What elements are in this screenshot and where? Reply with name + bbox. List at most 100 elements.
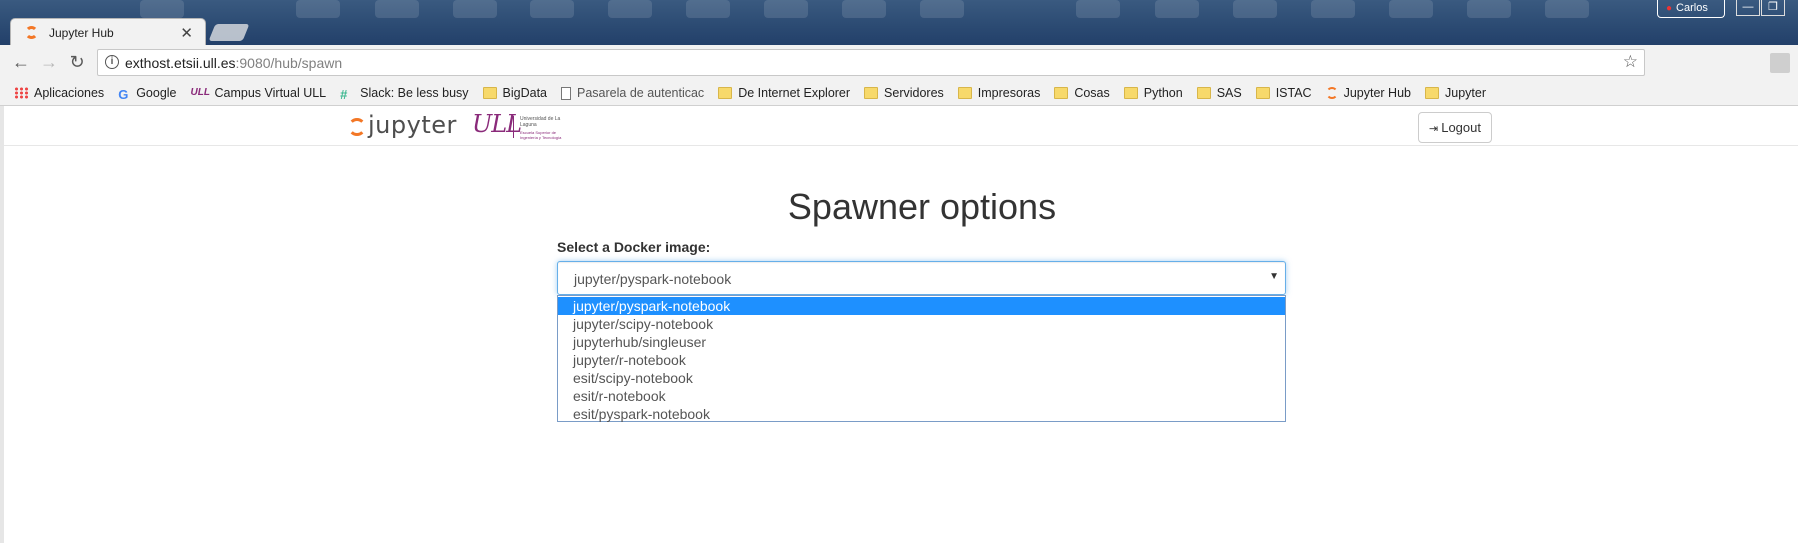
page-content: jupyter ULL Universidad de La Laguna Esc… <box>0 106 1798 543</box>
ull-logo-divider <box>513 116 514 138</box>
bookmark-campus-virtual-ull[interactable]: ULL Campus Virtual ULL <box>191 86 327 100</box>
window-user-name: Carlos <box>1676 2 1708 14</box>
bookmark-slack[interactable]: # Slack: Be less busy <box>340 86 469 102</box>
logout-button[interactable]: ⇥ Logout <box>1418 112 1492 143</box>
bookmarks-bar: Aplicaciones G Google ULL Campus Virtual U… <box>0 81 1798 106</box>
url-host: exthost.etsii.ull.es <box>125 55 236 71</box>
back-arrow-icon[interactable]: ← <box>9 51 33 75</box>
bookmark-label: Servidores <box>884 86 944 100</box>
reload-icon[interactable]: ↻ <box>65 51 89 75</box>
bookmark-label: Jupyter Hub <box>1343 86 1411 100</box>
url-path: :9080/hub/spawn <box>235 55 343 71</box>
bookmark-label: Cosas <box>1074 86 1110 100</box>
bookmark-bigdata[interactable]: BigData <box>482 86 548 100</box>
bookmark-impresoras[interactable]: Impresoras <box>957 86 1040 100</box>
desktop-icon <box>1389 0 1433 18</box>
forward-arrow-icon[interactable]: → <box>37 51 61 75</box>
folder-icon <box>957 87 972 99</box>
page-icon <box>561 86 572 100</box>
folder-icon <box>1196 87 1211 99</box>
desktop-icon <box>1467 0 1511 18</box>
bookmark-sas[interactable]: SAS <box>1196 86 1242 100</box>
bookmark-jupyter-hub[interactable]: Jupyter Hub <box>1325 86 1411 100</box>
desktop-icon <box>453 0 497 18</box>
desktop-icon <box>375 0 419 18</box>
browser-tab-jupyter-hub[interactable]: Jupyter Hub ✕ <box>10 18 206 45</box>
bookmark-label: Slack: Be less busy <box>360 86 469 100</box>
browser-tab-strip: Jupyter Hub ✕ ● Carlos — ❐ <box>0 0 1798 45</box>
folder-icon <box>1425 87 1439 99</box>
minimize-window-button[interactable]: — <box>1736 0 1760 16</box>
bookmark-aplicaciones[interactable]: Aplicaciones <box>14 86 104 100</box>
ull-logo-subtext: Escuela Superior de Ingeniería y Tecnolo… <box>520 130 562 140</box>
slack-icon: # <box>340 87 348 102</box>
logout-label: Logout <box>1441 120 1481 135</box>
desktop-icon <box>608 0 652 18</box>
bookmark-google[interactable]: G Google <box>118 86 177 102</box>
new-tab-button[interactable] <box>208 24 250 41</box>
jupyter-icon <box>1325 87 1338 99</box>
ull-logo-text: Universidad de La Laguna <box>520 116 561 128</box>
folder-icon <box>1054 87 1069 99</box>
image-option[interactable]: jupyter/scipy-notebook <box>558 315 1285 333</box>
profile-icon[interactable] <box>1770 53 1790 73</box>
address-bar[interactable]: i exthost.etsii.ull.es:9080/hub/spawn ☆ <box>97 49 1645 76</box>
url-text[interactable]: exthost.etsii.ull.es:9080/hub/spawn <box>125 55 342 71</box>
desktop-icon <box>140 0 184 18</box>
jupyter-logo-icon <box>348 118 366 136</box>
image-option[interactable]: esit/pyspark-notebook <box>558 405 1285 423</box>
apps-icon <box>14 87 28 99</box>
desktop-icon <box>1233 0 1277 18</box>
bookmark-label: Jupyter <box>1445 86 1486 100</box>
info-icon[interactable]: i <box>105 55 119 69</box>
bookmark-pasarela[interactable]: Pasarela de autenticac <box>561 86 704 100</box>
desktop-icon <box>764 0 808 18</box>
sign-out-icon: ⇥ <box>1429 123 1439 135</box>
page-title: Spawner options <box>787 186 1057 227</box>
desktop-icon <box>1311 0 1355 18</box>
docker-image-select[interactable]: jupyter/pyspark-notebook ▼ <box>557 261 1286 295</box>
hub-header: jupyter ULL Universidad de La Laguna Esc… <box>4 106 1798 146</box>
tab-close-icon[interactable]: ✕ <box>180 24 193 42</box>
bookmark-python[interactable]: Python <box>1123 86 1183 100</box>
dropdown-arrow-icon: ▼ <box>1269 271 1279 282</box>
jupyter-wordmark: jupyter <box>368 111 457 139</box>
desktop-icon <box>296 0 340 18</box>
bookmark-label: Pasarela de autenticac <box>577 86 705 100</box>
folder-icon <box>1255 87 1270 99</box>
desktop-icon <box>1155 0 1199 18</box>
bookmark-de-internet-explorer[interactable]: De Internet Explorer <box>718 86 850 100</box>
bookmark-star-icon[interactable]: ☆ <box>1623 52 1638 72</box>
desktop-icon <box>920 0 964 18</box>
bookmark-label: Google <box>136 86 177 100</box>
bookmark-label: De Internet Explorer <box>738 86 851 100</box>
bookmark-label: ISTAC <box>1275 86 1312 100</box>
bookmark-servidores[interactable]: Servidores <box>864 86 944 100</box>
ull-logo: ULL Universidad de La Laguna Escuela Sup… <box>472 110 567 140</box>
jupyter-favicon-icon <box>25 26 38 39</box>
bookmark-label: Python <box>1143 86 1183 100</box>
google-icon: G <box>118 87 129 102</box>
bookmark-istac[interactable]: ISTAC <box>1255 86 1312 100</box>
bookmark-jupyter[interactable]: Jupyter <box>1425 86 1486 100</box>
folder-icon <box>1123 87 1138 99</box>
selected-image-value: jupyter/pyspark-notebook <box>574 271 732 287</box>
image-option[interactable]: esit/r-notebook <box>558 387 1285 405</box>
tab-title: Jupyter Hub <box>49 26 114 40</box>
bookmark-label: BigData <box>502 86 548 100</box>
image-option[interactable]: esit/scipy-notebook <box>558 369 1285 387</box>
bookmark-cosas[interactable]: Cosas <box>1054 86 1110 100</box>
bookmark-label: Aplicaciones <box>34 86 105 100</box>
image-option[interactable]: jupyter/r-notebook <box>558 351 1285 369</box>
maximize-window-button[interactable]: ❐ <box>1761 0 1785 16</box>
desktop-icon <box>1076 0 1120 18</box>
folder-icon <box>482 87 497 99</box>
image-option[interactable]: jupyter/pyspark-notebook <box>558 297 1285 315</box>
window-user-badge[interactable]: ● Carlos <box>1657 0 1725 18</box>
image-option[interactable]: jupyterhub/singleuser <box>558 333 1285 351</box>
folder-icon <box>718 87 733 99</box>
folder-icon <box>864 87 879 99</box>
docker-image-label: Select a Docker image: <box>557 239 711 255</box>
browser-toolbar: ← → ↻ i exthost.etsii.ull.es:9080/hub/sp… <box>0 45 1798 81</box>
desktop-icon <box>686 0 730 18</box>
